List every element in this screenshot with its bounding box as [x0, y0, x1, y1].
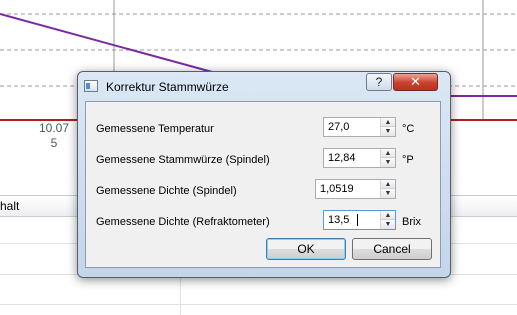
text-caret — [357, 214, 358, 226]
ok-button[interactable]: OK — [266, 238, 346, 260]
label-stammwuerze-spindel: Gemessene Stammwürze (Spindel) — [96, 154, 270, 166]
spin-down-icon[interactable]: ▼ — [381, 127, 395, 136]
unit-celsius: °C — [402, 123, 415, 135]
label-dichte-refraktometer: Gemessene Dichte (Refraktometer) — [96, 216, 270, 228]
spin-buttons: ▲ ▼ — [380, 211, 395, 229]
dialog-titlebar[interactable]: Korrektur Stammwürze ? ✕ — [78, 72, 450, 100]
spin-up-icon[interactable]: ▲ — [381, 211, 395, 220]
unit-plato: °P — [402, 154, 414, 166]
dialog-title: Korrektur Stammwürze — [106, 80, 229, 94]
spin-buttons: ▲ ▼ — [380, 149, 395, 167]
spin-up-icon[interactable]: ▲ — [381, 180, 395, 189]
spin-up-icon[interactable]: ▲ — [381, 149, 395, 158]
spin-down-icon[interactable]: ▼ — [381, 220, 395, 229]
stammwuerze-spinbox[interactable]: 12,84 ▲ ▼ — [323, 148, 396, 168]
date-line-1: 10.07 — [38, 121, 70, 135]
spin-buttons: ▲ ▼ — [380, 118, 395, 136]
spin-down-icon[interactable]: ▼ — [381, 158, 395, 167]
temperatur-value[interactable]: 27,0 — [328, 121, 349, 133]
window-icon — [84, 80, 98, 92]
spin-down-icon[interactable]: ▼ — [381, 189, 395, 198]
dichte-spindel-spinbox[interactable]: 1,0519 ▲ ▼ — [315, 179, 396, 199]
dichte-spindel-value[interactable]: 1,0519 — [320, 183, 354, 195]
table-row-divider — [0, 304, 517, 305]
refraktometer-value[interactable]: 13,5 — [328, 214, 349, 226]
unit-brix: Brix — [402, 216, 421, 228]
temperatur-spinbox[interactable]: 27,0 ▲ ▼ — [323, 117, 396, 137]
date-line-2: 5 — [50, 136, 58, 150]
korrektur-dialog: Korrektur Stammwürze ? ✕ Gemessene Tempe… — [77, 71, 451, 278]
spin-buttons: ▲ ▼ — [380, 180, 395, 198]
help-button[interactable]: ? — [366, 73, 392, 91]
label-temperatur: Gemessene Temperatur — [96, 123, 214, 135]
spin-up-icon[interactable]: ▲ — [381, 118, 395, 127]
stammwuerze-value[interactable]: 12,84 — [328, 152, 356, 164]
cancel-button[interactable]: Cancel — [352, 238, 432, 260]
label-dichte-spindel: Gemessene Dichte (Spindel) — [96, 185, 237, 197]
column-header-inhalt[interactable]: halt — [0, 199, 19, 213]
refraktometer-spinbox[interactable]: 13,5 ▲ ▼ — [323, 210, 396, 230]
x-axis-label: 10.07 5 — [36, 121, 72, 151]
close-button[interactable]: ✕ — [393, 73, 438, 91]
